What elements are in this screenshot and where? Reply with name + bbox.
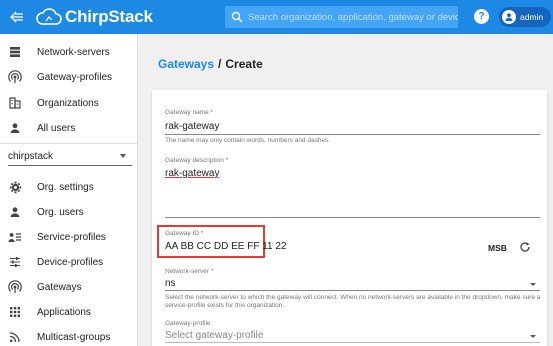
signal-icon — [8, 280, 22, 294]
organization-select-value: chirpstack — [8, 151, 54, 162]
chirpstack-logo[interactable]: ChirpStack — [36, 7, 153, 27]
gateway-profile-underline — [165, 342, 540, 343]
sidebar-item-service-profiles[interactable]: Service-profiles — [0, 225, 138, 249]
sidebar-item-label: Organizations — [37, 97, 99, 109]
gateway-id-input[interactable]: AA BB CC DD EE FF 11 22 — [165, 241, 287, 252]
account-list-icon — [8, 230, 22, 244]
breadcrumb-gateways-link[interactable]: Gateways — [158, 57, 214, 71]
person-icon — [8, 205, 22, 219]
sidebar-item-label: Gateways — [37, 281, 82, 293]
back-arrow-icon — [10, 11, 23, 23]
breadcrumb-separator: / — [218, 57, 222, 71]
logo-text: ChirpStack — [65, 7, 153, 26]
gateway-form-card: Gateway name * rak-gateway The name may … — [152, 90, 547, 346]
search-input[interactable] — [248, 11, 458, 23]
sidebar-item-label: Org. settings — [37, 181, 94, 193]
user-avatar-icon — [502, 10, 516, 24]
sidebar-item-label: Applications — [37, 306, 91, 318]
byte-order-toggle[interactable]: MSB — [488, 243, 507, 253]
gateway-description-label: Gateway description * — [165, 157, 229, 164]
rss-icon — [8, 330, 22, 344]
sidebar-item-applications[interactable]: Applications — [0, 300, 138, 324]
sidebar-item-label: Device-profiles — [37, 256, 104, 268]
sidebar-item-label: Org. users — [37, 206, 84, 218]
chevron-down-icon[interactable] — [530, 283, 536, 286]
gateway-name-input[interactable]: rak-gateway — [165, 121, 219, 132]
sidebar-item-org-settings[interactable]: Org. settings — [0, 175, 138, 199]
grid-icon — [8, 305, 22, 319]
network-server-select[interactable]: ns — [165, 278, 176, 289]
gateway-profile-label: Gateway-profile — [165, 320, 211, 327]
network-server-underline — [165, 290, 540, 291]
tune-icon — [8, 255, 22, 269]
network-server-label: Network-server * — [165, 268, 214, 275]
server-icon — [8, 45, 22, 59]
building-icon — [8, 96, 22, 110]
page-title: Create — [225, 57, 263, 71]
sidebar-item-gateway-profiles[interactable]: Gateway-profiles — [0, 65, 138, 89]
chevron-down-icon — [120, 154, 126, 158]
sidebar-divider — [0, 143, 138, 144]
help-icon[interactable]: ? — [474, 9, 489, 24]
back-button[interactable] — [0, 0, 34, 34]
sidebar-item-org-users[interactable]: Org. users — [0, 200, 138, 224]
gateway-name-label: Gateway name * — [165, 109, 214, 116]
gear-icon — [8, 180, 22, 194]
breadcrumb: Gateways / Create — [158, 57, 263, 71]
sidebar-item-organizations[interactable]: Organizations — [0, 91, 138, 115]
sidebar-item-label: Service-profiles — [37, 231, 106, 243]
user-menu-button[interactable]: admin — [499, 7, 551, 27]
network-server-helper: Select the network-server to which the g… — [165, 294, 541, 309]
search-icon — [231, 11, 243, 23]
sidebar-item-label: Network-servers — [37, 46, 110, 58]
gateway-description-underline — [165, 217, 540, 218]
sidebar-item-label: Gateway-profiles — [37, 71, 113, 83]
gateway-description-input[interactable]: rak-gateway — [165, 168, 219, 179]
sidebar-item-device-profiles[interactable]: Device-profiles — [0, 250, 138, 274]
top-app-bar: ChirpStack ? admin — [0, 0, 553, 34]
refresh-icon[interactable] — [519, 241, 531, 253]
organization-select[interactable]: chirpstack — [8, 148, 132, 166]
sidebar-item-label: All users — [37, 122, 76, 134]
search-bar[interactable] — [225, 6, 458, 28]
sidebar: Network-servers Gateway-profiles Organiz… — [0, 34, 138, 346]
gateway-name-helper: The name may only contain words, numbers… — [165, 137, 331, 144]
sidebar-item-network-servers[interactable]: Network-servers — [0, 40, 138, 64]
sidebar-item-all-users[interactable]: All users — [0, 116, 138, 140]
sidebar-item-label: Multicast-groups — [37, 331, 111, 343]
gateway-id-label: Gateway ID * — [165, 230, 204, 237]
user-name: admin — [520, 12, 544, 22]
signal-icon — [8, 70, 22, 84]
sidebar-item-multicast-groups[interactable]: Multicast-groups — [0, 325, 138, 346]
person-icon — [8, 121, 22, 135]
sidebar-item-gateways[interactable]: Gateways — [0, 275, 138, 299]
chevron-down-icon[interactable] — [530, 335, 536, 338]
cloud-icon — [36, 8, 62, 25]
gateway-name-underline — [165, 134, 540, 135]
gateway-profile-select[interactable]: Select gateway-profile — [165, 330, 263, 341]
